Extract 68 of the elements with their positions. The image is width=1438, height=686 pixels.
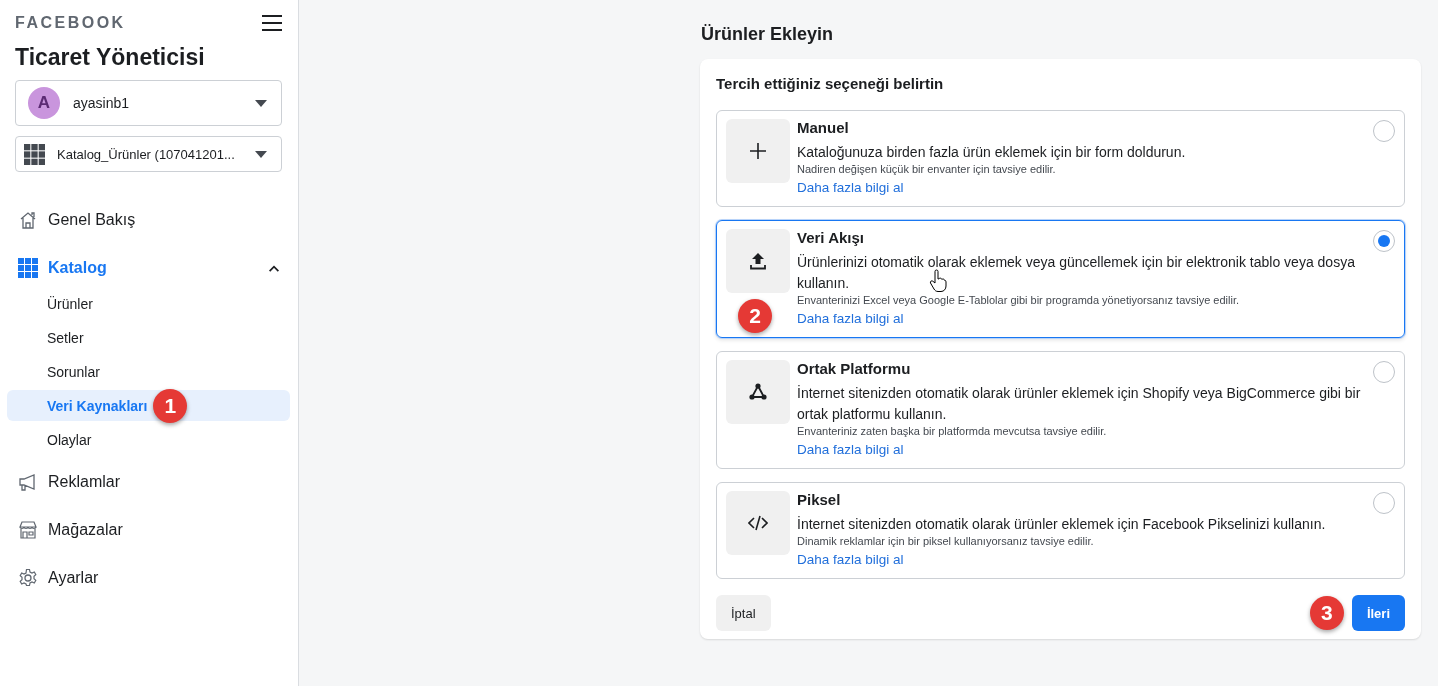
settings-icon — [18, 568, 38, 588]
menu-icon[interactable] — [262, 14, 282, 32]
cancel-button[interactable]: İptal — [716, 595, 771, 631]
nav-item[interactable]: Mağazalar — [0, 506, 298, 554]
step-badge: 3 — [1309, 596, 1344, 630]
nav-subitem[interactable]: Olaylar — [7, 424, 290, 455]
plus-icon — [748, 141, 768, 161]
avatar: A — [28, 87, 60, 119]
learn-more-link[interactable]: Daha fazla bilgi al — [797, 552, 904, 567]
radio-button[interactable] — [1373, 230, 1395, 252]
nav-label: Katalog — [48, 259, 108, 277]
nav-label: Setler — [47, 329, 84, 346]
brand-logo: FACEBOOK — [15, 14, 126, 32]
option-description: Kataloğunuza birden fazla ürün eklemek için bir form doldurun. — [797, 143, 1187, 162]
nav-item[interactable]: Reklamlar — [0, 458, 298, 506]
nav-label: Mağazalar — [48, 521, 124, 539]
nav-subitem[interactable]: Setler — [7, 322, 290, 353]
megaphone-icon — [18, 472, 38, 492]
account-dropdown[interactable]: A ayasinb1 — [15, 80, 282, 126]
option-card[interactable]: Manuel Kataloğunuza birden fazla ürün eklemek için bir form doldurun. Nadiren değişen küçük bir envanter için tavsiye edilir. Daha fazla bilgi al — [716, 110, 1405, 207]
radio-button[interactable] — [1373, 492, 1395, 514]
option-title: Piksel — [797, 491, 842, 508]
option-description: Ürünlerinizi otomatik olarak eklemek veya güncellemek için bir elektronik tablo veya dosya kullanın. — [797, 253, 1356, 293]
page-heading: Ürünler Ekleyin — [701, 24, 835, 45]
caret-icon — [255, 150, 267, 158]
radio-button[interactable] — [1373, 120, 1395, 142]
nav-label: Genel Bakış — [48, 211, 137, 229]
learn-more-link[interactable]: Daha fazla bilgi al — [797, 180, 904, 195]
nav-label: Veri Kaynakları — [47, 397, 148, 414]
nav-label: Olaylar — [47, 431, 92, 448]
grid-icon — [24, 143, 45, 165]
option-note: Dinamik reklamlar için bir piksel kullanıyorsanız tavsiye edilir. — [797, 535, 1095, 547]
option-description: İnternet sitenizden otomatik olarak ürünler eklemek için Shopify veya BigCommerce gibi bir ortak platformu kullanın. — [797, 384, 1362, 424]
learn-more-link[interactable]: Daha fazla bilgi al — [797, 442, 904, 457]
nav-subitem[interactable]: Veri Kaynakları 1 — [7, 390, 290, 421]
catalog-dropdown[interactable]: Katalog_Ürünler (107041201... — [15, 136, 282, 172]
learn-more-link[interactable]: Daha fazla bilgi al — [797, 311, 904, 326]
store-icon — [18, 520, 38, 540]
option-card[interactable]: Piksel İnternet sitenizden otomatik olarak ürünler eklemek için Facebook Pikselinizi kullanın. Dinamik reklamlar için bir piksel kullanıyorsanız tavsiye edilir. Daha fazla bilgi al — [716, 482, 1405, 579]
grid-icon — [18, 258, 38, 278]
option-note: Nadiren değişen küçük bir envanter için tavsiye edilir. — [797, 163, 1057, 175]
caret-icon — [255, 99, 267, 107]
next-button[interactable]: İleri — [1351, 595, 1405, 631]
catalog-name: Katalog_Ürünler (107041201... — [57, 146, 236, 162]
step-badge: 1 — [153, 388, 188, 423]
account-name: ayasinb1 — [73, 95, 131, 111]
app-title: Ticaret Yöneticisi — [14, 43, 206, 71]
nav-item[interactable]: Ayarlar — [0, 554, 298, 602]
code-icon — [748, 513, 768, 533]
option-title: Veri Akışı — [797, 229, 865, 246]
option-title: Manuel — [797, 119, 850, 136]
home-icon — [18, 210, 38, 230]
nav-label: Ayarlar — [48, 569, 100, 587]
option-note: Envanterinizi Excel veya Google E-Tablolar gibi bir programda yönetiyorsanız tavsiye edilir. — [797, 294, 1241, 306]
triangle-nodes-icon — [748, 382, 768, 402]
option-card[interactable] — [716, 220, 1405, 338]
nav-subitem[interactable]: Sorunlar — [7, 356, 290, 387]
prompt-text: Tercih ettiğiniz seçeneği belirtin — [716, 75, 945, 92]
nav-label: Ürünler — [47, 295, 93, 312]
nav-item[interactable]: Genel Bakış — [0, 196, 298, 244]
option-note: Envanteriniz zaten başka bir platformda mevcutsa tavsiye edilir. — [797, 425, 1108, 437]
nav-label: Reklamlar — [48, 473, 121, 491]
upload-icon — [748, 251, 768, 271]
radio-button[interactable] — [1373, 361, 1395, 383]
step-badge: 2 — [738, 299, 772, 333]
nav-label: Sorunlar — [47, 363, 100, 380]
option-title: Ortak Platformu — [797, 360, 912, 377]
option-description: İnternet sitenizden otomatik olarak ürünler eklemek için Facebook Pikselinizi kullanın. — [797, 515, 1327, 534]
